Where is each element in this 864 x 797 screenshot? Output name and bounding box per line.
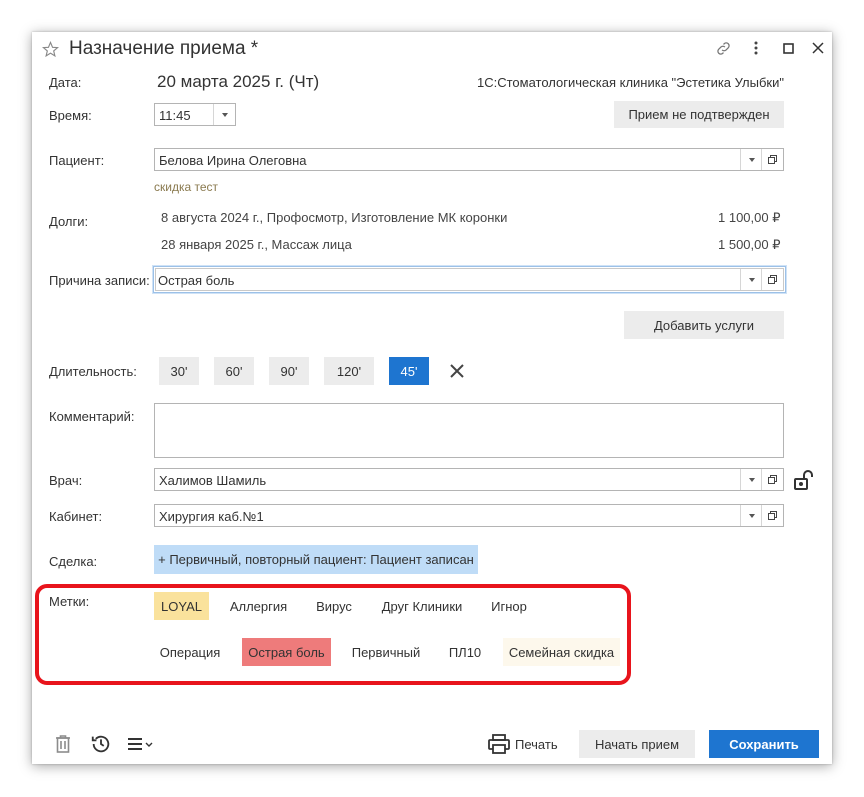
history-icon[interactable] bbox=[89, 732, 113, 756]
add-services-button[interactable]: Добавить услуги bbox=[624, 311, 784, 339]
reason-label: Причина записи: bbox=[49, 273, 150, 288]
comment-label: Комментарий: bbox=[49, 409, 135, 424]
debt-amount: 1 100,00 ₽ bbox=[718, 210, 781, 225]
time-value: 11:45 bbox=[159, 108, 191, 123]
patient-value: Белова Ирина Олеговна bbox=[159, 153, 307, 168]
doctor-field[interactable]: Халимов Шамиль bbox=[154, 468, 784, 491]
debt-desc: 8 августа 2024 г., Профосмотр, Изготовле… bbox=[161, 210, 508, 225]
open-icon[interactable] bbox=[761, 505, 783, 526]
page-title: Назначение приема * bbox=[69, 38, 259, 59]
clear-duration-icon[interactable] bbox=[447, 361, 467, 381]
duration-label: Длительность: bbox=[49, 364, 137, 379]
duration-30[interactable]: 30' bbox=[159, 357, 199, 385]
doctor-label: Врач: bbox=[49, 473, 83, 488]
patient-discount[interactable]: скидка тест bbox=[154, 180, 218, 194]
open-icon[interactable] bbox=[761, 149, 783, 170]
chevron-down-icon[interactable] bbox=[740, 149, 762, 170]
reason-field[interactable]: Острая боль bbox=[153, 266, 786, 293]
date-label: Дата: bbox=[49, 75, 82, 90]
open-icon[interactable] bbox=[761, 469, 783, 490]
trash-icon[interactable] bbox=[52, 732, 74, 756]
debt-desc: 28 января 2025 г., Массаж лица bbox=[161, 237, 352, 252]
start-appointment-button[interactable]: Начать прием bbox=[579, 730, 695, 758]
deal-link[interactable]: + Первичный, повторный пациент: Пациент … bbox=[154, 545, 478, 574]
comment-field[interactable] bbox=[154, 403, 784, 458]
chevron-down-icon[interactable] bbox=[740, 469, 762, 490]
more-icon[interactable] bbox=[748, 39, 764, 57]
link-icon[interactable] bbox=[713, 38, 733, 58]
open-icon[interactable] bbox=[761, 269, 783, 290]
patient-field[interactable]: Белова Ирина Олеговна bbox=[154, 148, 784, 171]
chevron-down-icon[interactable] bbox=[740, 269, 762, 290]
status-button[interactable]: Прием не подтвержден bbox=[614, 101, 784, 128]
chevron-down-icon[interactable] bbox=[740, 505, 762, 526]
tags-highlight-frame bbox=[35, 584, 631, 685]
debts-label: Долги: bbox=[49, 214, 89, 229]
cabinet-value: Хирургия каб.№1 bbox=[159, 509, 264, 524]
patient-label: Пациент: bbox=[49, 153, 105, 168]
lock-open-icon[interactable] bbox=[792, 468, 814, 492]
maximize-icon[interactable] bbox=[780, 40, 796, 56]
menu-icon[interactable] bbox=[126, 734, 154, 754]
duration-60[interactable]: 60' bbox=[214, 357, 254, 385]
close-icon[interactable] bbox=[809, 39, 827, 57]
duration-45-selected[interactable]: 45' bbox=[389, 357, 429, 385]
star-icon[interactable] bbox=[41, 40, 59, 58]
duration-90[interactable]: 90' bbox=[269, 357, 309, 385]
clinic-name: 1С:Стоматологическая клиника "Эстетика У… bbox=[477, 75, 784, 90]
cabinet-field[interactable]: Хирургия каб.№1 bbox=[154, 504, 784, 527]
debt-amount: 1 500,00 ₽ bbox=[718, 237, 781, 252]
reason-value: Острая боль bbox=[158, 273, 235, 288]
duration-120[interactable]: 120' bbox=[324, 357, 374, 385]
time-label: Время: bbox=[49, 108, 92, 123]
print-button[interactable]: Печать bbox=[515, 737, 558, 752]
deal-label: Сделка: bbox=[49, 554, 98, 569]
chevron-down-icon[interactable] bbox=[213, 104, 235, 125]
cabinet-label: Кабинет: bbox=[49, 509, 103, 524]
save-button[interactable]: Сохранить bbox=[709, 730, 819, 758]
appointment-dialog: Назначение приема * Дата: 20 марта 2025 … bbox=[32, 32, 832, 764]
printer-icon[interactable] bbox=[487, 733, 511, 755]
date-value: 20 марта 2025 г. (Чт) bbox=[157, 72, 320, 91]
time-field[interactable]: 11:45 bbox=[154, 103, 236, 126]
doctor-value: Халимов Шамиль bbox=[159, 473, 267, 488]
